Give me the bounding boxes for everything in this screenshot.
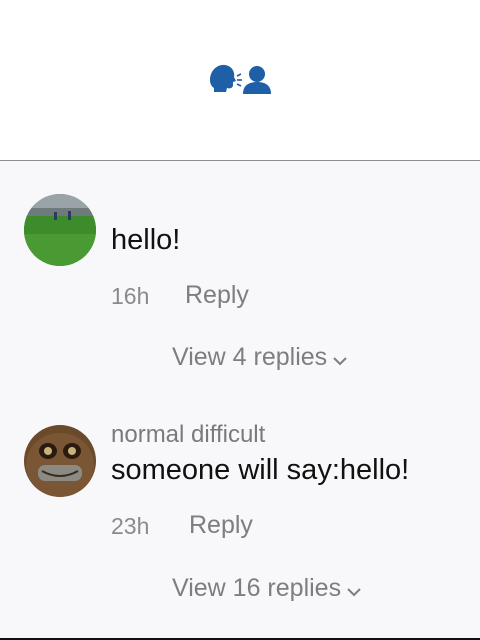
- view-replies-button[interactable]: View 16 replies: [172, 573, 361, 604]
- comment-timestamp: 16h: [111, 283, 150, 309]
- avatar[interactable]: [24, 194, 96, 266]
- reply-button[interactable]: Reply: [185, 281, 249, 310]
- view-replies-label: View 16 replies: [172, 574, 342, 602]
- comment-text: someone will say:hello!: [111, 454, 410, 486]
- view-replies-button[interactable]: View 4 replies: [172, 342, 347, 373]
- chevron-down-icon: [347, 575, 361, 604]
- view-replies-label: View 4 replies: [172, 343, 328, 371]
- speaking-head-icon: [206, 62, 276, 96]
- comment-username[interactable]: normal difficult: [111, 421, 265, 449]
- avatar[interactable]: [24, 425, 96, 497]
- comment-timestamp: 23h: [111, 513, 150, 539]
- reply-button[interactable]: Reply: [189, 511, 253, 540]
- comment-text: hello!: [111, 224, 181, 256]
- post-header: [0, 0, 480, 160]
- chevron-down-icon: [333, 344, 347, 373]
